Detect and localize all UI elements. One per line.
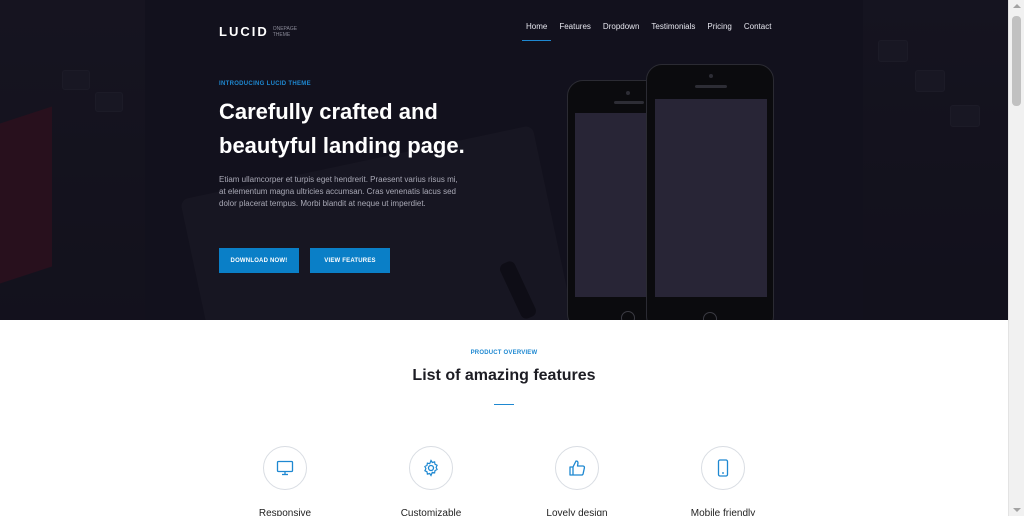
logo-text: LUCID (219, 24, 269, 39)
hero-eyebrow: INTRODUCING LUCID THEME (219, 81, 311, 87)
title-divider (494, 404, 514, 405)
nav-item-testimonials[interactable]: Testimonials (645, 22, 701, 42)
smartphone-icon (701, 446, 745, 490)
phone-mockup-front (646, 64, 774, 320)
hero-background-image (0, 0, 1008, 320)
nav-item-pricing[interactable]: Pricing (701, 22, 737, 42)
scroll-up-arrow-icon[interactable] (1013, 4, 1021, 8)
nav-item-contact[interactable]: Contact (738, 22, 778, 42)
download-now-button[interactable]: DOWNLOAD NOW! (219, 248, 299, 273)
vertical-scrollbar[interactable] (1008, 0, 1024, 516)
scrollbar-thumb[interactable] (1012, 16, 1021, 106)
feature-label: Lovely design (546, 508, 608, 516)
page: LUCID ONEPAGE THEME Home Features Dropdo… (0, 0, 1008, 516)
hero-headline: Carefully crafted and beautyful landing … (219, 99, 465, 158)
feature-label: Responsive (258, 508, 312, 516)
features-eyebrow: PRODUCT OVERVIEW (470, 350, 538, 356)
features-title: List of amazing features (412, 367, 596, 384)
feature-label: Customizable (400, 508, 462, 516)
feature-label: Mobile friendly (690, 508, 756, 516)
nav-item-home[interactable]: Home (520, 22, 553, 42)
hero-section: LUCID ONEPAGE THEME Home Features Dropdo… (0, 0, 1008, 320)
nav-item-dropdown[interactable]: Dropdown (597, 22, 645, 42)
logo-tagline: ONEPAGE THEME (272, 25, 298, 38)
view-features-button[interactable]: VIEW FEATURES (310, 248, 390, 273)
logo[interactable]: LUCID ONEPAGE THEME (219, 24, 299, 39)
scroll-down-arrow-icon[interactable] (1013, 508, 1021, 512)
main-nav: Home Features Dropdown Testimonials Pric… (520, 22, 777, 42)
nav-item-features[interactable]: Features (553, 22, 597, 42)
gear-icon (409, 446, 453, 490)
thumbs-up-icon (555, 446, 599, 490)
hero-description: Etiam ullamcorper et turpis eget hendrer… (219, 175, 458, 208)
monitor-icon (263, 446, 307, 490)
